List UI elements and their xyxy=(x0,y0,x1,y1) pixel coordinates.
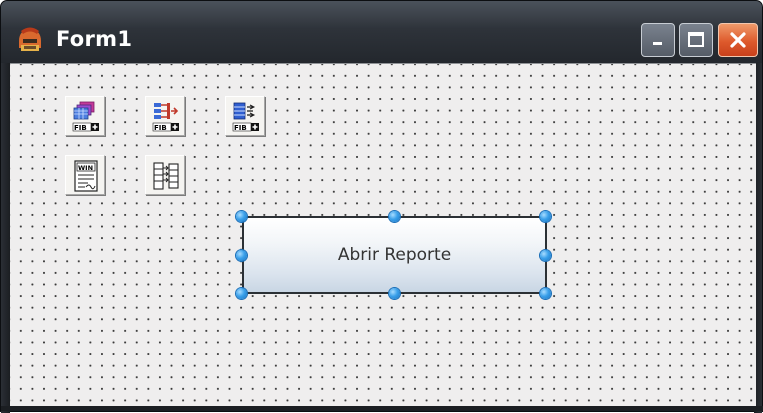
title-bar[interactable]: Form1 xyxy=(1,1,762,63)
svg-text:FIB: FIB xyxy=(74,124,87,132)
resize-handle-left[interactable] xyxy=(236,250,247,261)
win-report-icon: WIN xyxy=(74,160,98,192)
svg-text:WIN: WIN xyxy=(78,164,93,172)
resize-handle-top[interactable] xyxy=(389,211,400,222)
svg-text:FIB: FIB xyxy=(154,124,167,132)
close-icon xyxy=(730,32,746,48)
maximize-icon xyxy=(688,32,704,47)
window-title: Form1 xyxy=(56,27,133,51)
resize-handle-bottom[interactable] xyxy=(389,288,400,299)
resize-handle-top-left[interactable] xyxy=(236,211,247,222)
maximize-button[interactable] xyxy=(679,23,713,57)
resize-handle-bottom-right[interactable] xyxy=(540,288,551,299)
spartan-helmet-icon xyxy=(19,27,41,51)
window-bottom-border xyxy=(1,406,763,411)
open-report-button[interactable]: Abrir Reporte xyxy=(242,216,547,294)
fib-query-icon: FIB xyxy=(152,103,179,132)
fib-query-component[interactable]: FIB xyxy=(145,96,185,136)
form-window: Form1 FIB FIB FIB WIN Abrir Reporte xyxy=(0,0,763,413)
svg-text:FIB: FIB xyxy=(234,124,247,132)
fib-transaction-component[interactable]: FIB xyxy=(225,96,265,136)
win-report-component[interactable]: WIN xyxy=(65,155,105,195)
close-button[interactable] xyxy=(718,23,758,57)
fib-transaction-icon: FIB xyxy=(232,102,259,132)
resize-handle-bottom-left[interactable] xyxy=(236,288,247,299)
minimize-button[interactable] xyxy=(641,23,675,57)
resize-handle-top-right[interactable] xyxy=(540,211,551,222)
fib-dataset-component[interactable]: FIB xyxy=(65,96,105,136)
report-datalink-icon xyxy=(153,162,179,190)
resize-handle-right[interactable] xyxy=(540,250,551,261)
window-left-border xyxy=(1,63,10,413)
fib-dataset-icon: FIB xyxy=(72,101,99,132)
report-datalink-component[interactable] xyxy=(145,155,185,195)
open-report-button-label: Abrir Reporte xyxy=(337,245,452,265)
minimize-icon xyxy=(653,42,662,45)
